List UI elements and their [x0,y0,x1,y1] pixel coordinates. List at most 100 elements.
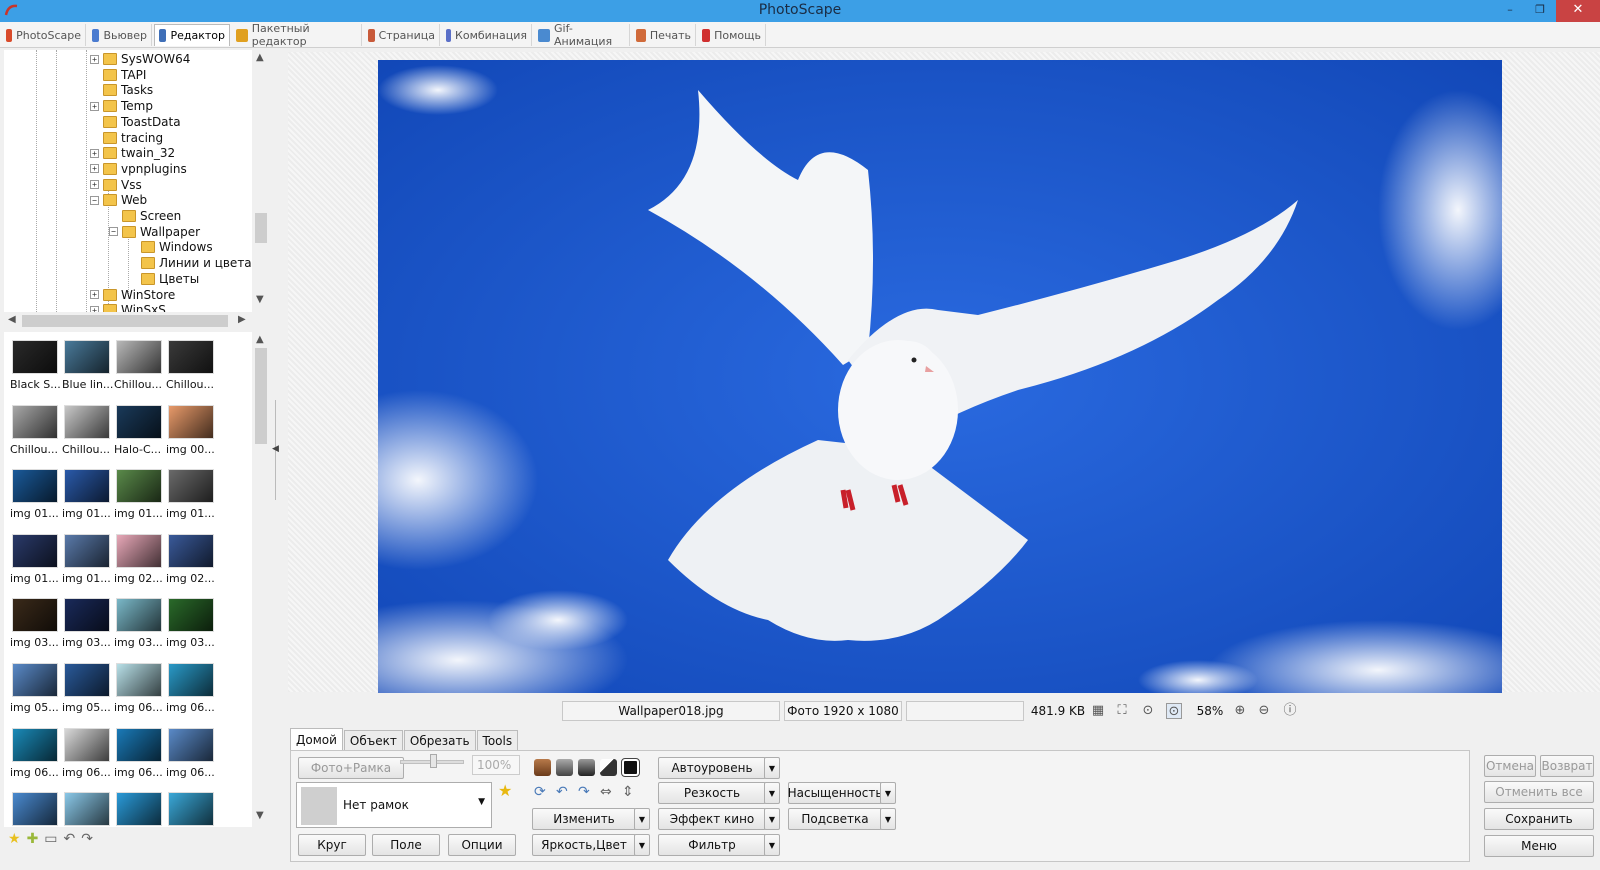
transparency-grid-icon[interactable]: ▦ [1090,703,1106,719]
undo-button[interactable]: Отмена [1484,755,1536,777]
frame-percent-field[interactable]: 100% [472,755,520,775]
margin-button[interactable]: Поле [372,834,440,856]
thumbnail-item[interactable]: img 03... [114,590,166,652]
thumbnail-item[interactable]: Blue lin... [62,332,114,394]
backlight-dropdown[interactable]: ▼ [880,808,896,830]
tree-horizontal-scrollbar[interactable]: ◀ ▶ [4,312,252,330]
thumbnail-item[interactable] [166,784,218,827]
thumbnail-item[interactable]: img 06... [166,655,218,717]
resize-button[interactable]: Изменить [532,808,636,830]
scroll-left-arrow-icon[interactable]: ◀ [8,314,16,325]
options-button[interactable]: Опции [448,834,516,856]
thumbnail-item[interactable]: img 06... [166,720,218,782]
tree-scroll-thumb[interactable] [255,213,267,243]
thumbnail-item[interactable]: Chillou... [166,332,218,394]
thumbnail-item[interactable]: img 01... [62,461,114,523]
panel-splitter[interactable]: ◀ [272,400,280,500]
expand-icon[interactable]: + [90,164,99,174]
collapse-icon[interactable]: − [90,195,99,205]
tree-item[interactable]: Windows [128,239,213,255]
flip-horizontal-icon[interactable]: ⇔ [600,784,612,800]
tab-7[interactable]: Печать [632,24,696,46]
tree-item[interactable]: Screen [109,208,181,224]
scroll-up-arrow-icon[interactable]: ▲ [256,52,264,63]
scroll-right-arrow-icon[interactable]: ▶ [238,314,246,325]
tree-item[interactable]: + WinStore [90,287,175,303]
thumbnail-item[interactable]: img 06... [10,720,62,782]
thumbnail-item[interactable]: img 05... [10,655,62,717]
split-frame-icon[interactable] [600,759,617,776]
thumbnail-item[interactable] [62,784,114,827]
tab-home[interactable]: Домой [290,728,343,750]
thumbnail-item[interactable]: img 02... [166,526,218,588]
thumbnail-item[interactable]: img 03... [62,590,114,652]
thumbnail-item[interactable]: Halo-C... [114,397,166,459]
zoom-out-icon[interactable]: ⊖ [1256,703,1272,719]
thumbnail-item[interactable]: img 02... [114,526,166,588]
thumbnail-item[interactable]: img 01... [10,461,62,523]
minimize-button[interactable]: – [1496,0,1524,22]
fit-screen-icon[interactable]: ⛶ [1114,703,1130,719]
favorite-star-icon[interactable]: ★ [8,831,21,847]
tree-hscroll-thumb[interactable] [22,315,228,327]
tree-item[interactable]: + Vss [90,177,142,193]
tree-vertical-scrollbar[interactable]: ▲ ▼ [252,50,270,312]
tree-item[interactable]: + WinSxS [90,302,166,312]
tree-item[interactable]: Цветы [128,271,199,287]
flip-vertical-icon[interactable]: ⇕ [622,784,634,800]
tree-item[interactable]: + twain_32 [90,145,175,161]
frame-slider-knob[interactable] [430,754,437,768]
scroll-up-arrow-icon[interactable]: ▲ [256,334,264,345]
saturation-button[interactable]: Насыщенность [788,782,882,804]
thumbnail-item[interactable] [114,784,166,827]
undo-all-button[interactable]: Отменить все [1484,781,1594,803]
tree-item[interactable]: − Wallpaper [109,224,200,240]
expand-icon[interactable]: + [90,54,99,64]
tree-item[interactable]: tracing [90,130,163,146]
brightness-color-button[interactable]: Яркость,Цвет [532,834,636,856]
thumbnail-item[interactable]: img 06... [114,655,166,717]
round-corners-icon[interactable] [534,759,551,776]
tab-8[interactable]: Помощь [698,24,766,46]
thumbnail-item[interactable]: img 01... [62,526,114,588]
zoom-in-icon[interactable]: ⊕ [1232,703,1248,719]
filter-button[interactable]: Фильтр [658,834,766,856]
folder-tree[interactable]: + SysWOW64 TAPI Tasks + Temp ToastData tracing +… [4,50,262,312]
tree-item[interactable]: − Web [90,192,147,208]
thumbnail-item[interactable]: Chillou... [114,332,166,394]
restore-button[interactable]: ❐ [1526,0,1554,22]
zoom-actual-icon[interactable]: ⊙ [1140,703,1156,719]
scroll-down-arrow-icon[interactable]: ▼ [256,810,264,821]
thumbnail-item[interactable]: Chillou... [62,397,114,459]
thumbnail-item[interactable]: img 06... [114,720,166,782]
frame-select[interactable]: Нет рамок ▼ [296,782,492,828]
chevron-down-icon[interactable]: ▼ [478,797,485,807]
circle-button[interactable]: Круг [298,834,366,856]
add-favorite-icon[interactable]: ✚ [27,831,39,847]
collapse-icon[interactable]: − [109,227,118,237]
rotate-icon[interactable]: ⟳ [534,784,546,800]
thumbnail-scroll-thumb[interactable] [255,348,267,444]
thumbnail-item[interactable]: img 03... [10,590,62,652]
sharpen-button[interactable]: Резкость [658,782,766,804]
tab-object[interactable]: Объект [343,730,403,750]
expand-icon[interactable]: + [90,101,99,111]
sharpen-dropdown[interactable]: ▼ [764,782,780,804]
brightness-dropdown[interactable]: ▼ [634,834,650,856]
filter-dropdown[interactable]: ▼ [764,834,780,856]
scroll-down-arrow-icon[interactable]: ▼ [256,294,264,305]
thumbnail-item[interactable]: img 01... [10,526,62,588]
resize-dropdown[interactable]: ▼ [634,808,650,830]
tab-1[interactable]: Вьювер [88,24,152,46]
tab-3[interactable]: Пакетный редактор [232,22,362,48]
tree-item[interactable]: + SysWOW64 [90,51,190,67]
dark-frame-icon[interactable] [578,759,595,776]
thumbnail-item[interactable]: img 03... [166,590,218,652]
tab-6[interactable]: Gif-Анимация [534,22,630,48]
film-effect-button[interactable]: Эффект кино [658,808,766,830]
backlight-button[interactable]: Подсветка [788,808,882,830]
rotate-right-icon[interactable]: ↷ [578,784,590,800]
open-folder-icon[interactable]: ▭ [44,831,57,847]
autolevel-button[interactable]: Автоуровень [658,757,766,779]
tree-item[interactable]: TAPI [90,67,146,83]
